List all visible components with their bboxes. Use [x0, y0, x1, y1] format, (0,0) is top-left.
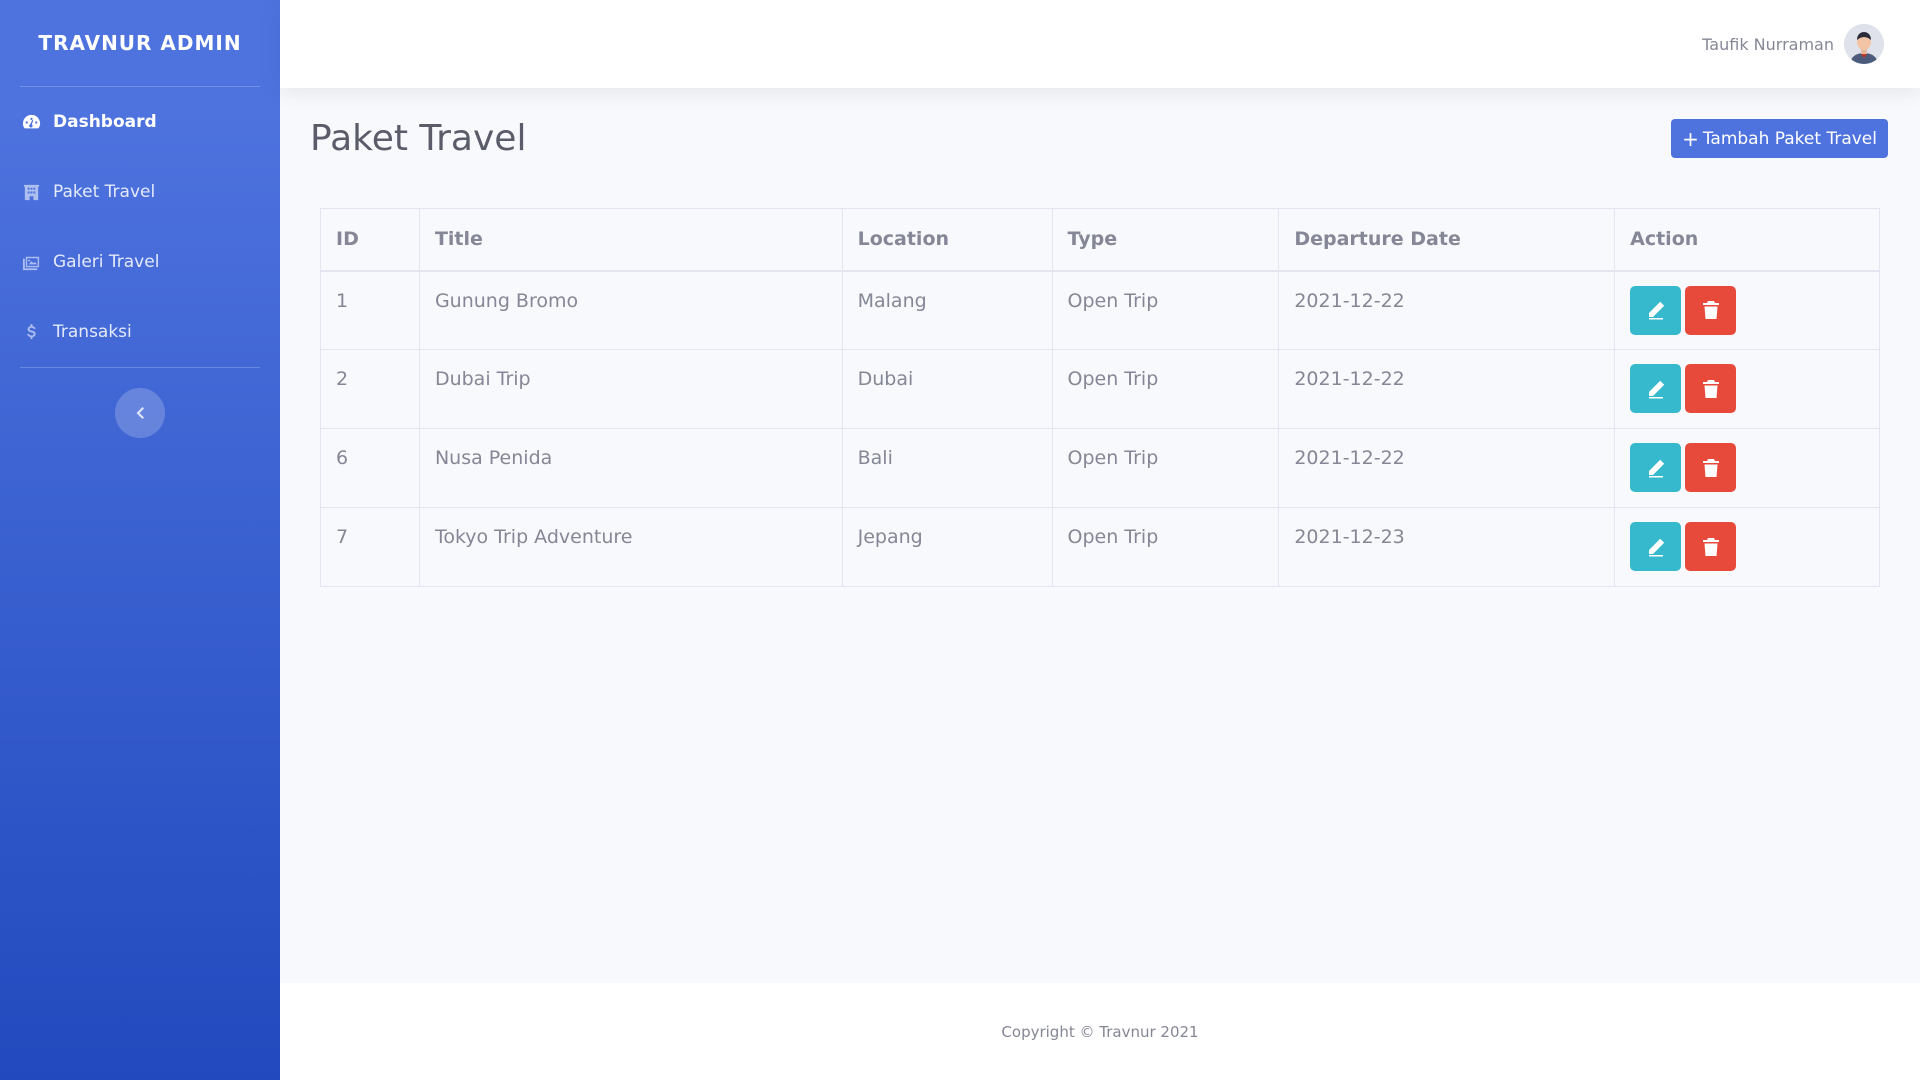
- column-header-departure-date: Departure Date: [1278, 208, 1616, 272]
- trash-icon: [1702, 537, 1719, 556]
- cell-location: Bali: [841, 428, 1053, 508]
- sidebar-item-label: Galeri Travel: [53, 252, 160, 272]
- edit-button[interactable]: [1630, 522, 1682, 571]
- table-row: 6 Nusa Penida Bali Open Trip 2021-12-22: [320, 428, 1880, 508]
- copyright-text: Copyright © Travnur 2021: [1001, 1022, 1199, 1041]
- sidebar-item-label: Paket Travel: [53, 182, 156, 202]
- cell-action: [1614, 270, 1880, 350]
- cell-departure-date: 2021-12-22: [1278, 349, 1616, 429]
- add-paket-travel-button[interactable]: + Tambah Paket Travel: [1671, 119, 1888, 158]
- chevron-left-icon: [136, 407, 144, 419]
- cell-type: Open Trip: [1051, 428, 1280, 508]
- table-row: 7 Tokyo Trip Adventure Jepang Open Trip …: [320, 507, 1880, 587]
- pencil-icon: [1648, 538, 1664, 556]
- page-title: Paket Travel: [310, 118, 527, 159]
- cell-action: [1614, 349, 1880, 429]
- trash-icon: [1702, 379, 1719, 398]
- brand-title[interactable]: TRAVNUR ADMIN: [0, 0, 280, 86]
- trash-icon: [1702, 458, 1719, 477]
- building-icon: [21, 182, 41, 202]
- sidebar: TRAVNUR ADMIN Dashboard Paket Travel Gal…: [0, 0, 280, 1080]
- sidebar-item-label: Transaksi: [53, 322, 132, 342]
- table-header-row: ID Title Location Type Departure Date Ac…: [320, 208, 1880, 272]
- pencil-icon: [1648, 459, 1664, 477]
- sidebar-toggle-button[interactable]: [115, 388, 165, 438]
- column-header-title: Title: [418, 208, 843, 272]
- table-row: 1 Gunung Bromo Malang Open Trip 2021-12-…: [320, 270, 1880, 350]
- cell-action: [1614, 507, 1880, 587]
- pencil-icon: [1648, 380, 1664, 398]
- cell-id: 2: [320, 349, 420, 429]
- sidebar-item-paket-travel[interactable]: Paket Travel: [0, 157, 280, 227]
- plus-icon: +: [1682, 126, 1699, 151]
- column-header-id: ID: [320, 208, 420, 272]
- cell-title: Gunung Bromo: [418, 270, 843, 350]
- table-row: 2 Dubai Trip Dubai Open Trip 2021-12-22: [320, 349, 1880, 429]
- sidebar-item-dashboard[interactable]: Dashboard: [0, 87, 280, 157]
- cell-id: 1: [320, 270, 420, 350]
- cell-title: Dubai Trip: [418, 349, 843, 429]
- cell-type: Open Trip: [1051, 349, 1280, 429]
- images-icon: [21, 252, 41, 272]
- cell-id: 6: [320, 428, 420, 508]
- cell-action: [1614, 428, 1880, 508]
- cell-type: Open Trip: [1051, 270, 1280, 350]
- tachometer-icon: [21, 112, 41, 132]
- topbar: Taufik Nurraman: [280, 0, 1920, 88]
- edit-button[interactable]: [1630, 285, 1682, 335]
- cell-location: Dubai: [841, 349, 1053, 429]
- pencil-icon: [1648, 301, 1664, 320]
- column-header-action: Action: [1614, 208, 1880, 272]
- sidebar-item-transaksi[interactable]: Transaksi: [0, 297, 280, 367]
- edit-button[interactable]: [1630, 364, 1682, 413]
- cell-departure-date: 2021-12-22: [1278, 270, 1616, 350]
- paket-travel-table: ID Title Location Type Departure Date Ac…: [320, 208, 1880, 587]
- delete-button[interactable]: [1685, 443, 1737, 492]
- cell-id: 7: [320, 507, 420, 587]
- delete-button[interactable]: [1685, 285, 1737, 335]
- add-button-label: Tambah Paket Travel: [1702, 128, 1877, 149]
- page-header: Paket Travel + Tambah Paket Travel: [310, 118, 1890, 159]
- main-content: Paket Travel + Tambah Paket Travel ID Ti…: [280, 88, 1920, 983]
- delete-button[interactable]: [1685, 364, 1737, 413]
- cell-type: Open Trip: [1051, 507, 1280, 587]
- user-name[interactable]: Taufik Nurraman: [1702, 35, 1834, 54]
- sidebar-item-label: Dashboard: [53, 112, 157, 132]
- sidebar-divider: [20, 367, 260, 368]
- cell-departure-date: 2021-12-22: [1278, 428, 1616, 508]
- column-header-location: Location: [841, 208, 1053, 272]
- delete-button[interactable]: [1685, 522, 1737, 571]
- user-avatar-icon[interactable]: [1844, 24, 1884, 64]
- footer: Copyright © Travnur 2021: [280, 983, 1920, 1080]
- cell-departure-date: 2021-12-23: [1278, 507, 1616, 587]
- cell-title: Nusa Penida: [418, 428, 843, 508]
- dollar-icon: [21, 322, 41, 342]
- sidebar-item-galeri-travel[interactable]: Galeri Travel: [0, 227, 280, 297]
- cell-location: Malang: [841, 270, 1053, 350]
- cell-location: Jepang: [841, 507, 1053, 587]
- cell-title: Tokyo Trip Adventure: [418, 507, 843, 587]
- column-header-type: Type: [1051, 208, 1280, 272]
- sidebar-toggle-wrap: [0, 388, 280, 438]
- edit-button[interactable]: [1630, 443, 1682, 492]
- trash-icon: [1702, 301, 1719, 319]
